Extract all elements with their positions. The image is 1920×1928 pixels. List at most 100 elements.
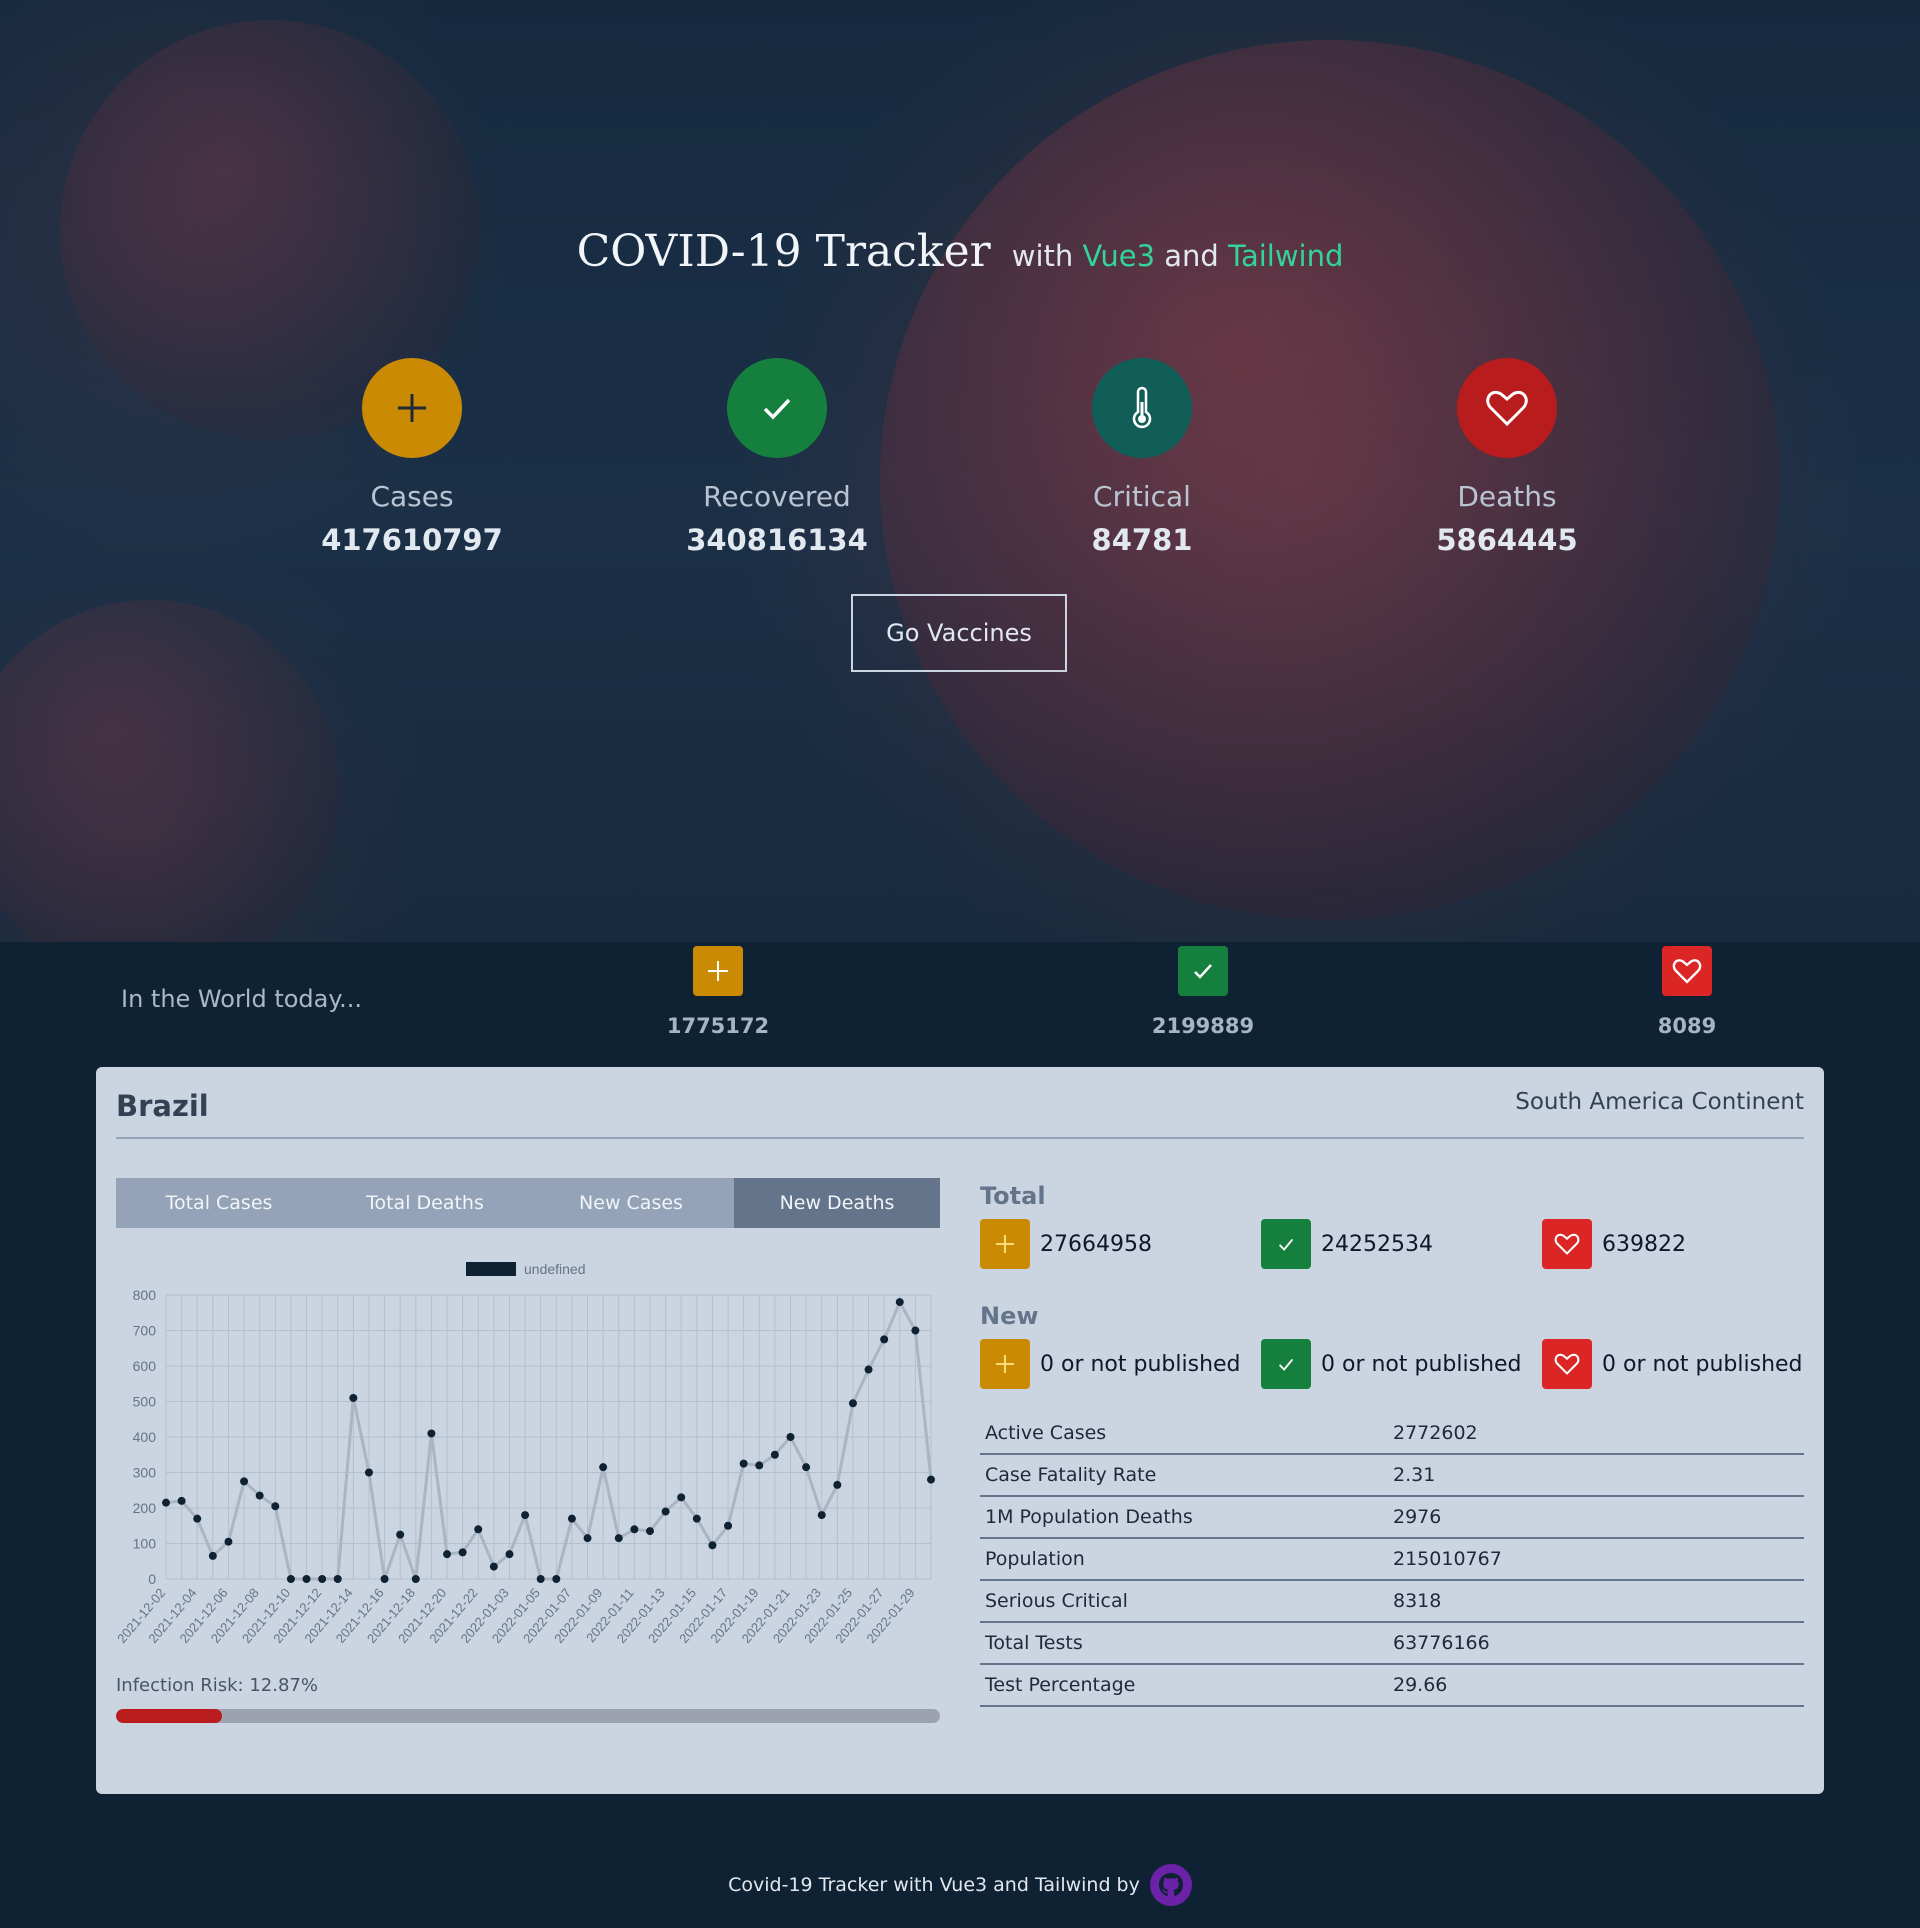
data-point [286, 1575, 295, 1583]
data-point [224, 1537, 233, 1546]
world-cases-value: 1775172 [666, 1014, 770, 1038]
check-icon [1261, 1219, 1311, 1269]
data-point [614, 1534, 623, 1543]
data-point [380, 1575, 389, 1583]
y-tick-label: 800 [133, 1287, 157, 1303]
y-tick-label: 200 [133, 1500, 157, 1516]
infection-risk-label: Infection Risk: 12.87% [116, 1675, 318, 1696]
table-row: Serious Critical 8318 [980, 1580, 1804, 1623]
footer: Covid-19 Tracker with Vue3 and Tailwind … [0, 1864, 1920, 1906]
data-point [708, 1541, 717, 1550]
new-recovered-value: 0 or not published [1321, 1351, 1522, 1377]
data-point [333, 1575, 342, 1583]
plus-icon [980, 1339, 1030, 1389]
heart-icon [1542, 1219, 1592, 1269]
data-point [318, 1575, 327, 1583]
stat-label: Cases [370, 480, 454, 513]
data-point [364, 1468, 373, 1477]
y-tick-label: 300 [133, 1465, 157, 1481]
data-point [536, 1575, 545, 1583]
country-name: Brazil [116, 1089, 209, 1123]
world-today-label: In the World today... [121, 985, 363, 1013]
data-point [833, 1480, 842, 1489]
new-cases: 0 or not published [980, 1339, 1241, 1389]
stat-cases: Cases 417610797 [292, 358, 532, 557]
data-point [583, 1534, 592, 1543]
y-tick-label: 500 [133, 1394, 157, 1410]
data-point [193, 1514, 202, 1523]
go-vaccines-button[interactable]: Go Vaccines [851, 594, 1067, 672]
total-cases-value: 27664958 [1040, 1231, 1152, 1257]
heart-icon [1457, 358, 1557, 458]
data-point [208, 1551, 217, 1560]
world-cases: 1775172 [638, 946, 798, 1038]
tab-total-deaths[interactable]: Total Deaths [322, 1178, 528, 1228]
stat-label: Recovered [703, 480, 851, 513]
infection-risk-fill [116, 1709, 223, 1723]
check-icon [727, 358, 827, 458]
data-point [880, 1335, 889, 1344]
data-point [864, 1365, 873, 1374]
vue-label: Vue3 [1082, 239, 1156, 273]
table-row: Population 215010767 [980, 1538, 1804, 1581]
data-point [599, 1463, 608, 1472]
page-title: COVID-19 Tracker with Vue3 and Tailwind [0, 226, 1920, 277]
data-point [302, 1575, 311, 1583]
new-deaths-chart: undefined01002003004005006007008002021-1… [116, 1261, 935, 1646]
footer-text: Covid-19 Tracker with Vue3 and Tailwind … [728, 1874, 1140, 1896]
github-icon[interactable] [1149, 1864, 1192, 1906]
y-tick-label: 700 [133, 1323, 157, 1339]
new-deaths: 0 or not published [1542, 1339, 1803, 1389]
total-cases: 27664958 [980, 1219, 1152, 1269]
data-point [396, 1530, 405, 1539]
data-point [817, 1511, 826, 1520]
title-text: COVID-19 Tracker [576, 226, 991, 277]
subtitle: with Vue3 and Tailwind [1011, 239, 1344, 273]
tab-new-cases[interactable]: New Cases [528, 1178, 734, 1228]
stat-value: 5864445 [1436, 523, 1578, 557]
stat-recovered: Recovered 340816134 [657, 358, 897, 557]
plus-icon [980, 1219, 1030, 1269]
data-point [739, 1459, 748, 1468]
plus-icon [693, 946, 743, 996]
stat-label: Critical [1093, 480, 1191, 513]
table-row: Test Percentage 29.66 [980, 1664, 1804, 1707]
table-row: 1M Population Deaths 2976 [980, 1496, 1804, 1539]
continent-name: South America Continent [1515, 1089, 1804, 1115]
tab-total-cases[interactable]: Total Cases [116, 1178, 322, 1228]
data-point [240, 1477, 249, 1486]
data-point [177, 1496, 186, 1505]
new-cases-value: 0 or not published [1040, 1351, 1241, 1377]
total-deaths: 639822 [1542, 1219, 1686, 1269]
total-deaths-value: 639822 [1602, 1231, 1686, 1257]
new-title: New [980, 1302, 1039, 1330]
data-point [255, 1491, 264, 1500]
country-card: Brazil South America Continent Total Cas… [96, 1067, 1824, 1794]
plus-icon [362, 358, 462, 458]
world-deaths: 8089 [1607, 946, 1767, 1038]
data-point [552, 1575, 561, 1583]
data-point [911, 1326, 920, 1335]
tab-new-deaths[interactable]: New Deaths [734, 1178, 940, 1228]
data-point [521, 1511, 530, 1520]
heart-icon [1662, 946, 1712, 996]
data-point [927, 1475, 935, 1484]
total-recovered-value: 24252534 [1321, 1231, 1433, 1257]
y-tick-label: 100 [133, 1536, 157, 1552]
y-tick-label: 600 [133, 1358, 157, 1374]
check-icon [1261, 1339, 1311, 1389]
data-point [630, 1525, 639, 1534]
hero-section: COVID-19 Tracker with Vue3 and Tailwind … [0, 0, 1920, 942]
legend-label: undefined [524, 1261, 586, 1277]
data-point [349, 1393, 358, 1402]
data-point [427, 1429, 436, 1438]
data-point [271, 1502, 280, 1511]
data-point [692, 1514, 701, 1523]
table-row: Active Cases 2772602 [980, 1413, 1804, 1455]
divider [116, 1137, 1804, 1139]
world-recovered: 2199889 [1123, 946, 1283, 1038]
data-point [645, 1527, 654, 1536]
y-tick-label: 400 [133, 1429, 157, 1445]
stat-deaths: Deaths 5864445 [1387, 358, 1627, 557]
stat-value: 340816134 [686, 523, 868, 557]
